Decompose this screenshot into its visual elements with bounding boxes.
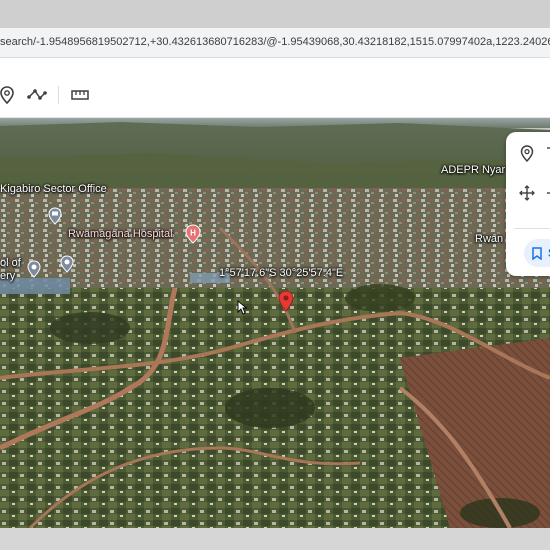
panel-placemark-button[interactable] [516, 142, 538, 164]
poi-marker-school-b[interactable] [60, 255, 74, 278]
panel-extra-button-2[interactable] [544, 182, 550, 204]
label-kigabiro-sector-office[interactable]: Kigabiro Sector Office [0, 183, 107, 195]
url-text[interactable]: search/-1.9548956819502712,+30.432613680… [0, 36, 550, 48]
label-rwamagana-hospital[interactable]: Rwamagana Hospital [68, 228, 173, 240]
add-placemark-button[interactable] [0, 84, 18, 106]
draw-path-button[interactable] [26, 84, 48, 106]
move-icon [519, 185, 535, 201]
panel-extra-button[interactable] [544, 142, 550, 164]
poi-marker-kigabiro[interactable] [48, 207, 62, 230]
save-button[interactable]: S [524, 239, 550, 267]
address-bar[interactable]: search/-1.9548956819502712,+30.432613680… [0, 28, 550, 58]
cursor-arrow-icon [237, 300, 248, 315]
app-window: search/-1.9548956819502712,+30.432613680… [0, 0, 550, 550]
poi-marker-hospital[interactable]: H [185, 224, 201, 249]
path-icon [27, 89, 47, 100]
svg-text:H: H [190, 229, 196, 238]
window-top-strip [0, 0, 550, 28]
placemark-icon [520, 144, 534, 162]
poi-marker-school-a[interactable] [27, 260, 41, 283]
label-adepr[interactable]: ADEPR Nyar [441, 164, 505, 176]
label-school-line1[interactable]: ol of [0, 257, 21, 269]
hospital-pin-icon: H [185, 224, 201, 244]
satellite-imagery [0, 118, 550, 528]
toolbar-divider [58, 86, 59, 104]
red-pin-icon [278, 290, 294, 312]
dropped-pin-marker[interactable] [278, 290, 294, 317]
label-rwamagana-town[interactable]: Rwan [475, 233, 503, 245]
school-pin-icon [27, 260, 41, 278]
coordinate-label: 1°57'17.6"S 30°25'57.4"E [219, 267, 344, 279]
bookmark-icon [532, 246, 542, 260]
label-school-line2[interactable]: ery [0, 270, 15, 282]
placemark-icon [0, 86, 14, 104]
ruler-icon [71, 90, 89, 100]
panel-move-button[interactable] [516, 182, 538, 204]
measure-button[interactable] [69, 84, 91, 106]
map-toolbar [0, 58, 550, 118]
mouse-cursor [237, 300, 248, 320]
panel-divider [514, 228, 550, 229]
government-pin-icon [48, 207, 62, 225]
school-pin-icon [60, 255, 74, 273]
satellite-map-view[interactable]: Kigabiro Sector Office ADEPR Nyar Rwan o… [0, 118, 550, 528]
right-tool-panel: S [506, 132, 550, 276]
window-bottom-strip [0, 528, 550, 550]
